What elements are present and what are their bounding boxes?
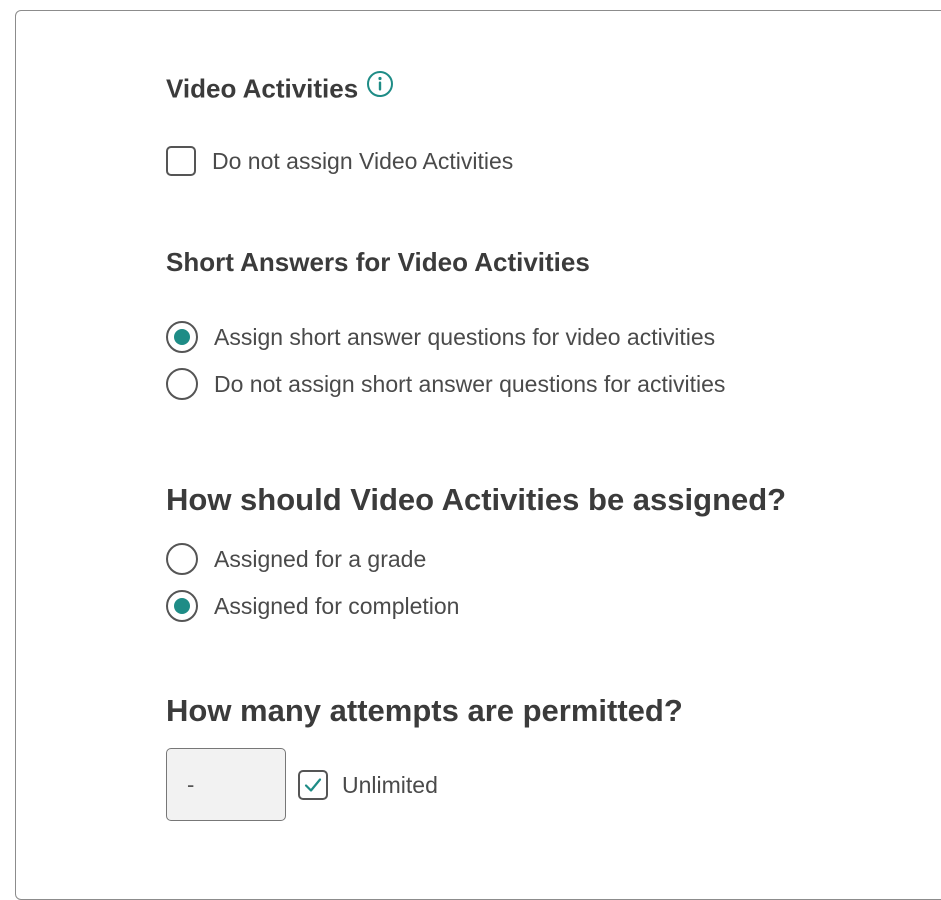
video-activities-title: Video Activities <box>166 73 359 104</box>
unlimited-label: Unlimited <box>342 771 438 798</box>
do-not-assign-video-checkbox[interactable] <box>166 146 196 176</box>
assignment-option-grade[interactable]: Assigned for a grade <box>166 542 426 576</box>
attempts-heading: How many attempts are permitted? <box>166 693 683 728</box>
info-circle-icon[interactable] <box>366 70 394 105</box>
attempts-input[interactable] <box>166 748 286 821</box>
unlimited-checkbox[interactable] <box>298 770 328 800</box>
assignment-grade-radio[interactable] <box>166 543 198 575</box>
assignment-completion-label: Assigned for completion <box>214 592 460 619</box>
short-answer-option-do-not-assign[interactable]: Do not assign short answer questions for… <box>166 367 725 401</box>
assignment-option-completion[interactable]: Assigned for completion <box>166 589 459 623</box>
assignment-mode-heading: How should Video Activities be assigned? <box>166 482 787 517</box>
short-answer-option-assign[interactable]: Assign short answer questions for video … <box>166 320 715 354</box>
assignment-grade-label: Assigned for a grade <box>214 545 427 572</box>
do-not-assign-video-label: Do not assign Video Activities <box>212 147 514 174</box>
settings-panel: Video Activities Do not assign Video Act… <box>15 10 941 900</box>
radio-selected-dot <box>174 329 190 345</box>
short-answer-assign-radio[interactable] <box>166 321 198 353</box>
video-activities-heading: Video Activities <box>166 70 394 108</box>
unlimited-row[interactable]: Unlimited <box>298 768 438 802</box>
short-answer-assign-label: Assign short answer questions for video … <box>214 323 716 350</box>
checkmark-icon <box>304 778 322 792</box>
short-answer-do-not-assign-radio[interactable] <box>166 368 198 400</box>
assignment-completion-radio[interactable] <box>166 590 198 622</box>
short-answers-heading: Short Answers for Video Activities <box>166 247 590 277</box>
short-answer-do-not-assign-label: Do not assign short answer questions for… <box>214 370 726 397</box>
radio-selected-dot <box>174 598 190 614</box>
do-not-assign-video-row[interactable]: Do not assign Video Activities <box>166 144 513 178</box>
